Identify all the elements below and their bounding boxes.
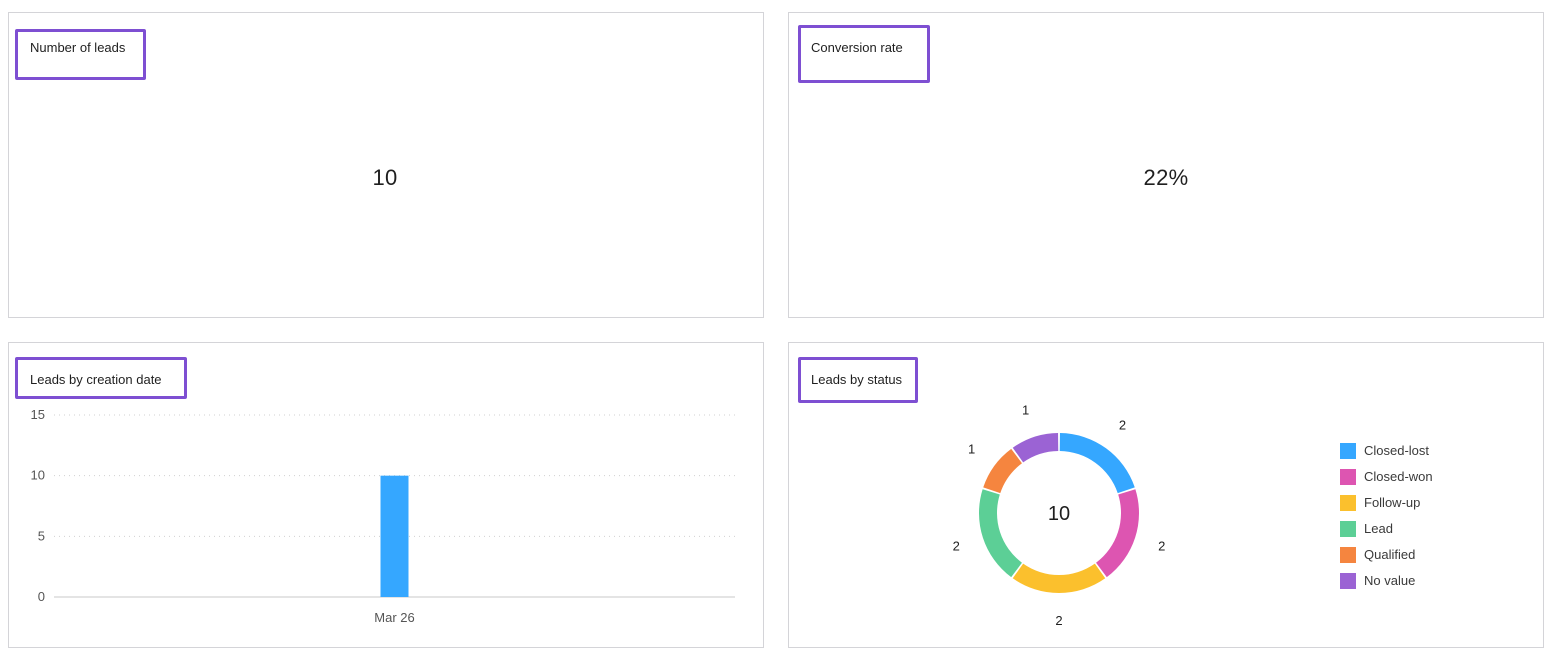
y-tick-label: 0 [38,589,45,604]
slice-value-label: 2 [1119,418,1126,433]
legend-label: Lead [1364,521,1393,536]
legend-swatch [1340,521,1356,537]
donut-slice-qualified[interactable] [983,448,1022,494]
legend-label: Closed-won [1364,469,1433,484]
leads-by-status-card: Leads by status 2 2 2 2 1 1 10 Closed-lost Clos… [788,342,1544,648]
legend-label: Closed-lost [1364,443,1430,458]
legend-swatch [1340,469,1356,485]
number-of-leads-card: Number of leads 10 [8,12,764,318]
legend-swatch [1340,443,1356,459]
leads-by-creation-date-chart: 0 5 10 15 Mar 26 [31,407,735,625]
x-tick-label: Mar 26 [374,610,414,625]
slice-value-label: 1 [968,442,975,457]
card-title-conversion-rate[interactable]: Conversion rate [798,25,930,83]
number-of-leads-value: 10 [372,165,398,190]
donut-slice-lead[interactable] [979,489,1022,578]
slice-value-label: 2 [953,538,960,553]
legend-swatch [1340,495,1356,511]
donut-center-total: 10 [1048,503,1070,525]
donut-slice-closed-won[interactable] [1096,489,1139,578]
legend-label: Follow-up [1364,495,1421,510]
bar-mar-26[interactable] [380,475,409,597]
y-tick-label: 15 [31,407,45,422]
slice-value-label: 2 [1055,613,1062,628]
donut-slice-closed-lost[interactable] [1059,433,1135,494]
y-tick-label: 10 [31,468,45,483]
legend-swatch [1340,547,1356,563]
leads-by-creation-date-card: Leads by creation date 0 5 10 15 Mar 26 [8,342,764,648]
legend-swatch [1340,573,1356,589]
conversion-rate-card: Conversion rate 22% [788,12,1544,318]
leads-by-status-chart: 2 2 2 2 1 1 10 [953,402,1166,628]
y-tick-label: 5 [38,528,45,543]
legend-label: No value [1364,573,1416,588]
legend-label: Qualified [1364,547,1416,562]
slice-value-label: 1 [1022,402,1029,417]
donut-slice-no-value[interactable] [1012,433,1059,463]
slice-value-label: 2 [1158,538,1165,553]
card-title-number-of-leads[interactable]: Number of leads [15,29,146,80]
donut-slice-follow-up[interactable] [1012,563,1106,593]
conversion-rate-value: 22% [1143,165,1189,190]
